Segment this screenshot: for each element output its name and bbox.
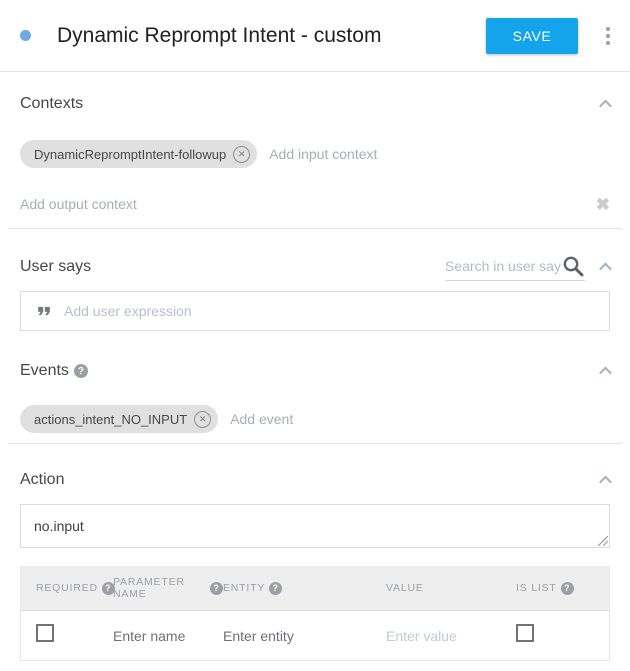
- help-icon[interactable]: ?: [561, 582, 574, 595]
- events-row: actions_intent_NO_INPUT ✕: [20, 405, 610, 433]
- user-says-search: [445, 254, 585, 281]
- page-title: Dynamic Reprompt Intent - custom: [57, 24, 486, 48]
- value-field[interactable]: [386, 628, 510, 644]
- input-contexts-row: DynamicRepromptIntent-followup ✕: [20, 140, 610, 168]
- parameter-name-field[interactable]: [113, 628, 218, 644]
- user-says-heading: User says: [20, 258, 91, 276]
- parameters-table-header: REQUIRED? PARAMETER NAME? ENTITY? VALUE …: [21, 566, 609, 611]
- column-required: REQUIRED?: [36, 582, 113, 595]
- column-parameter-name: PARAMETER NAME?: [113, 576, 223, 600]
- help-icon[interactable]: ?: [269, 582, 282, 595]
- events-section-header: Events ?: [20, 361, 610, 381]
- resize-grip-icon[interactable]: [598, 536, 608, 546]
- section-divider: [8, 228, 622, 229]
- more-options-icon[interactable]: [598, 18, 618, 54]
- events-heading: Events: [20, 362, 69, 380]
- user-expression-box: [20, 291, 610, 331]
- search-input[interactable]: [445, 258, 561, 274]
- parameter-row: [21, 611, 609, 660]
- column-is-list: IS LIST?: [516, 582, 609, 595]
- search-icon[interactable]: [561, 254, 585, 278]
- action-section-header: Action: [20, 470, 610, 490]
- entity-field[interactable]: [223, 628, 378, 644]
- column-entity: ENTITY?: [223, 582, 386, 595]
- help-icon[interactable]: ?: [74, 364, 88, 378]
- user-says-section-header: User says: [20, 247, 610, 287]
- action-name-field[interactable]: [34, 518, 609, 534]
- chevron-up-icon[interactable]: [599, 366, 612, 379]
- action-heading: Action: [20, 471, 64, 489]
- add-output-context-field[interactable]: [20, 192, 596, 216]
- chevron-up-icon[interactable]: [599, 99, 612, 112]
- intent-header: Dynamic Reprompt Intent - custom SAVE: [0, 0, 630, 72]
- is-list-checkbox[interactable]: [516, 624, 534, 642]
- contexts-section-header: Contexts: [20, 94, 610, 114]
- input-context-chip-label: DynamicRepromptIntent-followup: [34, 147, 226, 162]
- chevron-up-icon[interactable]: [599, 262, 612, 275]
- add-event-field[interactable]: [230, 405, 610, 433]
- remove-context-icon[interactable]: ✕: [233, 146, 250, 163]
- parameters-table: REQUIRED? PARAMETER NAME? ENTITY? VALUE …: [20, 566, 610, 661]
- chevron-up-icon[interactable]: [599, 475, 612, 488]
- required-checkbox[interactable]: [36, 624, 54, 642]
- column-value: VALUE: [386, 582, 516, 594]
- contexts-heading: Contexts: [20, 95, 83, 113]
- add-input-context-field[interactable]: [269, 140, 610, 168]
- close-icon[interactable]: ✖: [596, 196, 610, 213]
- help-icon[interactable]: ?: [210, 582, 223, 595]
- event-chip: actions_intent_NO_INPUT ✕: [20, 405, 218, 433]
- event-chip-label: actions_intent_NO_INPUT: [34, 412, 187, 427]
- remove-event-icon[interactable]: ✕: [194, 411, 211, 428]
- add-user-expression-field[interactable]: [64, 303, 609, 319]
- save-button[interactable]: SAVE: [486, 18, 578, 54]
- input-context-chip: DynamicRepromptIntent-followup ✕: [20, 140, 257, 168]
- action-input-box: [20, 504, 610, 548]
- intent-status-dot: [20, 30, 31, 41]
- output-contexts-row: ✖: [20, 192, 610, 216]
- quote-icon: [34, 301, 54, 321]
- section-divider: [8, 443, 622, 444]
